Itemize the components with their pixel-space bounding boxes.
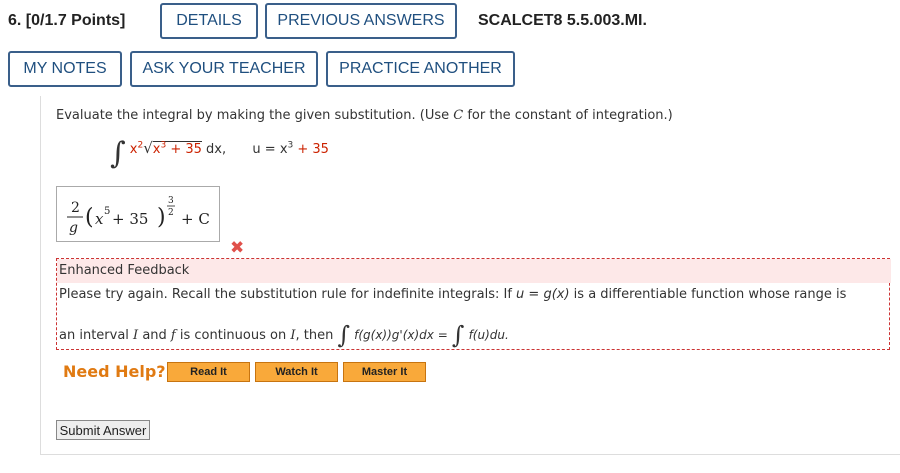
points-label: [0/1.7 Points] [25, 12, 126, 29]
question-number: 6. [8, 12, 22, 29]
prompt-variable: C [453, 108, 464, 123]
substitution: u = x3 + 35 [252, 140, 329, 157]
answer-inner-power: 5 [104, 206, 110, 217]
exponent-denominator: 2 [168, 208, 174, 218]
answer-denominator: g [69, 220, 78, 236]
integral-sign-left: ∫ [337, 321, 350, 349]
details-button[interactable]: DETAILS [160, 3, 258, 39]
open-paren: ( [85, 205, 94, 230]
previous-answers-button[interactable]: PREVIOUS ANSWERS [265, 3, 457, 39]
exponent-numerator: 3 [168, 196, 174, 206]
my-notes-button[interactable]: MY NOTES [8, 51, 122, 87]
answer-box[interactable]: 2 g ( x 5 + 35 ) 3 2 + C [56, 186, 220, 242]
read-it-button[interactable]: Read It [167, 362, 250, 382]
answer-inner-variable: x [95, 210, 104, 228]
feedback-title: Enhanced Feedback [57, 259, 891, 283]
x-mark-icon: ✖ [230, 238, 245, 258]
answer-constant: + C [181, 210, 210, 228]
integral-sign: ∫ [110, 136, 126, 171]
question-prompt: Evaluate the integral by making the give… [56, 108, 673, 123]
problem-code: SCALCET8 5.5.003.MI. [478, 12, 647, 29]
practice-another-button[interactable]: PRACTICE ANOTHER [326, 51, 515, 87]
ask-your-teacher-button[interactable]: ASK YOUR TEACHER [130, 51, 318, 87]
close-paren: ) [157, 205, 166, 230]
feedback-line-2: an interval I and f is continuous on I, … [59, 321, 509, 349]
integral-sign-right: ∫ [451, 321, 465, 349]
question-header: 6. [0/1.7 Points] [8, 12, 125, 30]
answer-math: 2 g ( x 5 + 35 ) 3 2 + C [67, 196, 210, 236]
master-it-button[interactable]: Master It [343, 362, 426, 382]
need-help-label: Need Help? [63, 362, 166, 381]
answer-inner-rest: + 35 [112, 210, 148, 228]
feedback-line-1: Please try again. Recall the substitutio… [59, 287, 847, 302]
enhanced-feedback: Enhanced Feedback Please try again. Reca… [56, 258, 891, 350]
answer-numerator: 2 [71, 200, 80, 216]
submit-answer-button[interactable]: Submit Answer [56, 420, 150, 440]
watch-it-button[interactable]: Watch It [255, 362, 338, 382]
integral-expression: ∫ x2√x3 + 35 dx, u = x3 + 35 [110, 136, 329, 171]
